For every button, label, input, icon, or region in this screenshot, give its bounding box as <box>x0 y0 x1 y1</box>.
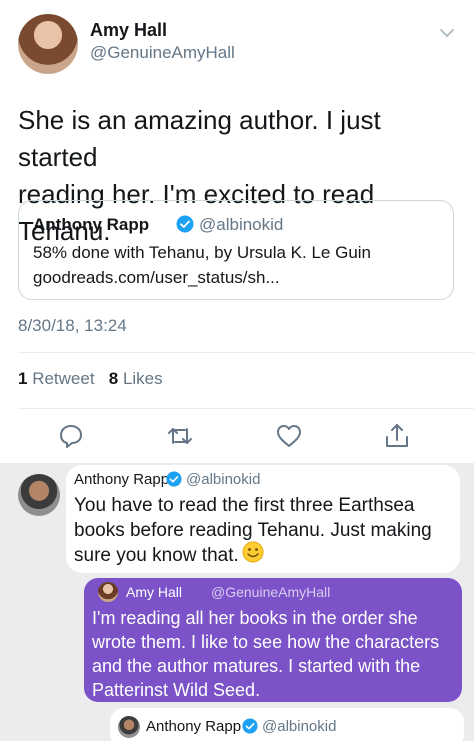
quoted-tweet[interactable]: Anthony Rapp @albinokid 58% done with Te… <box>18 200 454 300</box>
quoted-author-handle: @albinokid <box>199 215 284 234</box>
retweet-count: 1 <box>18 369 28 388</box>
retweet-label: Retweet <box>32 369 95 388</box>
quoted-link[interactable]: goodreads.com/user_status/sh... <box>33 268 280 288</box>
like-stat[interactable]: 8 Likes <box>109 369 163 388</box>
main-tweet: Amy Hall @GenuineAmyHall She is an amazi… <box>0 0 474 463</box>
heart-icon[interactable] <box>275 422 303 450</box>
reply-author-handle: @albinokid <box>186 471 261 488</box>
quoted-author-name: Anthony Rapp <box>33 215 150 234</box>
reply-author-handle: @albinokid <box>262 718 337 735</box>
reply-text: You have to read the first three Earthse… <box>74 495 432 566</box>
chevron-down-icon[interactable] <box>438 24 456 42</box>
author-handle[interactable]: @GenuineAmyHall <box>90 43 235 63</box>
verified-badge-icon <box>166 471 182 487</box>
reply-author-name: Anthony Rapp <box>146 718 242 735</box>
engagement-stats: 1 Retweet 8 Likes <box>18 369 163 389</box>
reply-text: I'm reading all her books in the order s… <box>92 608 440 700</box>
reply-author-name: Anthony Rapp <box>74 471 170 488</box>
avatar[interactable] <box>98 582 118 602</box>
quoted-text: 58% done with Tehanu, by Ursula K. Le Gu… <box>33 243 372 262</box>
avatar[interactable] <box>118 716 140 738</box>
divider <box>18 352 474 353</box>
smiley-emoji-icon <box>242 541 264 563</box>
verified-badge-icon <box>176 215 194 233</box>
retweet-stat[interactable]: 1 Retweet <box>18 369 95 388</box>
reply-bubble[interactable]: Anthony Rapp @albinokid <box>110 708 464 741</box>
tweet-timestamp: 8/30/18, 13:24 <box>18 316 127 335</box>
share-icon[interactable] <box>383 422 411 450</box>
reply-bubble[interactable]: Amy Hall @GenuineAmyHall I'm reading all… <box>84 578 462 702</box>
like-label: Likes <box>122 369 163 388</box>
author-name[interactable]: Amy Hall <box>90 20 167 41</box>
reply-author-name: Amy Hall <box>126 584 183 600</box>
reply-icon[interactable] <box>57 422 85 450</box>
reply-author-handle: @GenuineAmyHall <box>211 584 331 600</box>
retweet-icon[interactable] <box>166 422 194 450</box>
like-count: 8 <box>108 369 119 388</box>
verified-badge-icon <box>242 718 258 734</box>
divider <box>18 408 474 409</box>
reply-bubble[interactable]: Anthony Rapp @albinokid You have to read… <box>66 465 460 573</box>
avatar[interactable] <box>18 14 78 74</box>
avatar[interactable] <box>18 474 60 516</box>
tweet-text-line: She is an amazing author. I just started <box>18 105 381 172</box>
